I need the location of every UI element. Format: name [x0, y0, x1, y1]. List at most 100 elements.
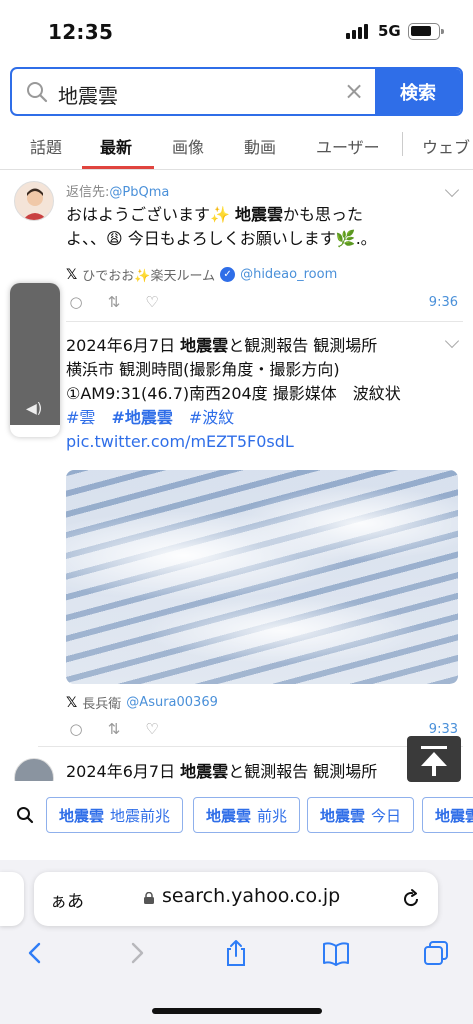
author-handle: @hideao_room: [240, 267, 338, 282]
keyword-highlight: 地震雲: [180, 762, 229, 781]
reload-icon[interactable]: [400, 888, 422, 910]
home-indicator: [152, 1008, 322, 1014]
related-chip[interactable]: 地震雲 地震前兆: [46, 797, 184, 833]
post-image[interactable]: [66, 470, 458, 684]
search-button[interactable]: 検索: [375, 69, 461, 114]
post-text: 2024年6月7日 地震雲と観測報告 観測場所 横浜市 観測時間(撮影角度・撮影…: [66, 334, 401, 454]
avatar[interactable]: [14, 181, 54, 221]
divider: [38, 746, 463, 747]
back-icon[interactable]: [20, 938, 50, 968]
post-line: #雲 #地震雲 #波紋: [66, 406, 401, 430]
keyword-highlight: 地震雲: [235, 205, 284, 224]
chip-keyword: 地震雲: [206, 806, 252, 825]
author-name: 長兵衛: [82, 697, 122, 712]
arrow-up-icon: [421, 746, 447, 749]
hashtag[interactable]: #雲: [66, 408, 95, 427]
screen: { "status": {"time": "12:35", "network":…: [0, 0, 473, 1024]
reply-prefix: 返信先:: [66, 185, 110, 200]
post-author[interactable]: 𝕏 長兵衛 @Asura00369: [66, 693, 218, 713]
browser-toolbar: [0, 936, 473, 976]
arrow-up-icon-stem: [432, 764, 436, 776]
post-text: 2024年6月7日 地震雲と観測報告 観測場所: [66, 760, 377, 781]
chip-text: 前兆: [257, 806, 288, 825]
hashtag[interactable]: #波紋: [189, 408, 234, 427]
clear-icon[interactable]: ×: [344, 79, 364, 103]
post[interactable]: 2024年6月7日 地震雲と観測報告 観測場所 横浜市 観測時間(撮影角度・撮影…: [0, 322, 473, 747]
search-input[interactable]: 地震雲: [58, 80, 118, 109]
chip-keyword: 地震雲: [320, 806, 366, 825]
text-segment: と観測報告 観測場所: [228, 762, 378, 781]
tab-users[interactable]: ユーザー: [316, 134, 380, 158]
post-link[interactable]: pic.twitter.com/mEZT5F0sdL: [66, 432, 294, 451]
tab-latest[interactable]: 最新: [100, 134, 132, 158]
hashtag[interactable]: #地震雲: [111, 408, 172, 427]
reply-to: 返信先:@PbQma: [66, 181, 169, 200]
network-label: 5G: [378, 22, 401, 40]
address-bar[interactable]: ぁあ search.yahoo.co.jp: [34, 872, 438, 926]
search-icon: [27, 82, 48, 103]
back-to-top-button[interactable]: [407, 736, 461, 782]
post-text: おはようございます✨ 地震雲かも思った よ、、😩 今日もよろしくお願いします🌿.…: [66, 203, 369, 251]
tab-topics[interactable]: 話題: [30, 134, 62, 158]
search-tabs: 話題 最新 画像 動画 ユーザー ウェブ: [0, 124, 473, 170]
tab-web[interactable]: ウェブ: [422, 134, 470, 158]
post-line: 2024年6月7日 地震雲と観測報告 観測場所: [66, 334, 401, 358]
retweet-icon[interactable]: ⇅: [106, 720, 122, 738]
related-chip[interactable]: 地震雲 前兆: [193, 797, 301, 833]
chip-keyword: 地震雲: [59, 806, 105, 825]
chip-text: 今日: [371, 806, 402, 825]
post-actions: ○ ⇅ ♡: [68, 720, 160, 738]
related-searches: 地震雲 地震前兆 地震雲 前兆 地震雲 今日 地震雲: [0, 782, 473, 848]
forward-icon[interactable]: [122, 938, 152, 968]
post-line: 横浜市 観測時間(撮影角度・撮影方向): [66, 360, 340, 379]
text-segment: おはようございます✨: [66, 205, 236, 224]
chevron-down-icon[interactable]: [444, 182, 460, 198]
status-time: 12:35: [48, 20, 114, 44]
search-icon: [17, 807, 34, 824]
search-bar[interactable]: 地震雲 × 検索: [10, 67, 463, 116]
post-time[interactable]: 9:33: [429, 722, 458, 737]
share-icon[interactable]: [221, 938, 251, 968]
chip-text: 地震前兆: [110, 806, 171, 825]
post-line: ①AM9:31(46.7)南西204度 撮影媒体 波紋状: [66, 384, 401, 403]
post-line: よ、、😩 今日もよろしくお願いします🌿.｡: [66, 229, 369, 248]
tabs-icon[interactable]: [421, 938, 451, 968]
battery-icon: [408, 23, 444, 40]
retweet-icon[interactable]: ⇅: [106, 293, 122, 311]
post[interactable]: 2024年6月7日 地震雲と観測報告 観測場所: [0, 748, 473, 781]
post-line: 2024年6月7日 地震雲と観測報告 観測場所: [66, 760, 377, 781]
speaker-icon: ◀): [26, 401, 43, 417]
related-chip[interactable]: 地震雲: [422, 797, 473, 833]
post-time[interactable]: 9:36: [429, 295, 458, 310]
previous-tab-peek[interactable]: [0, 872, 24, 926]
text-segment: 2024年6月7日: [66, 336, 181, 355]
chevron-down-icon[interactable]: [444, 333, 460, 349]
post-actions: ○ ⇅ ♡: [68, 293, 160, 311]
x-logo-icon: 𝕏: [66, 266, 78, 283]
author-handle: @Asura00369: [126, 695, 218, 710]
related-chip[interactable]: 地震雲 今日: [307, 797, 415, 833]
reply-icon[interactable]: ○: [68, 293, 84, 311]
reply-handle[interactable]: @PbQma: [109, 185, 169, 200]
avatar[interactable]: [14, 758, 54, 781]
browser-chrome: ぁあ search.yahoo.co.jp: [0, 860, 473, 1024]
post-author[interactable]: 𝕏 ひでおお✨楽天ルーム ✓ @hideao_room: [66, 265, 338, 285]
lock-icon: [144, 892, 154, 904]
tab-images[interactable]: 画像: [172, 134, 204, 158]
results-feed: 返信先:@PbQma おはようございます✨ 地震雲かも思った よ、、😩 今日もよ…: [0, 171, 473, 781]
heart-icon[interactable]: ♡: [144, 293, 160, 311]
keyword-highlight: 地震雲: [180, 336, 229, 355]
url-text[interactable]: search.yahoo.co.jp: [162, 885, 340, 907]
status-bar: 12:35 5G: [0, 0, 473, 60]
heart-icon[interactable]: ♡: [144, 720, 160, 738]
post[interactable]: 返信先:@PbQma おはようございます✨ 地震雲かも思った よ、、😩 今日もよ…: [0, 171, 473, 322]
signal-icon: [346, 24, 368, 39]
author-name: ひでおお✨楽天ルーム: [82, 269, 216, 284]
book-icon[interactable]: [321, 938, 351, 968]
reply-icon[interactable]: ○: [68, 720, 84, 738]
volume-indicator: ◀): [10, 283, 60, 437]
tab-videos[interactable]: 動画: [244, 134, 276, 158]
x-logo-icon: 𝕏: [66, 694, 78, 711]
tab-divider: [402, 132, 403, 156]
page-settings-button[interactable]: ぁあ: [50, 887, 84, 912]
